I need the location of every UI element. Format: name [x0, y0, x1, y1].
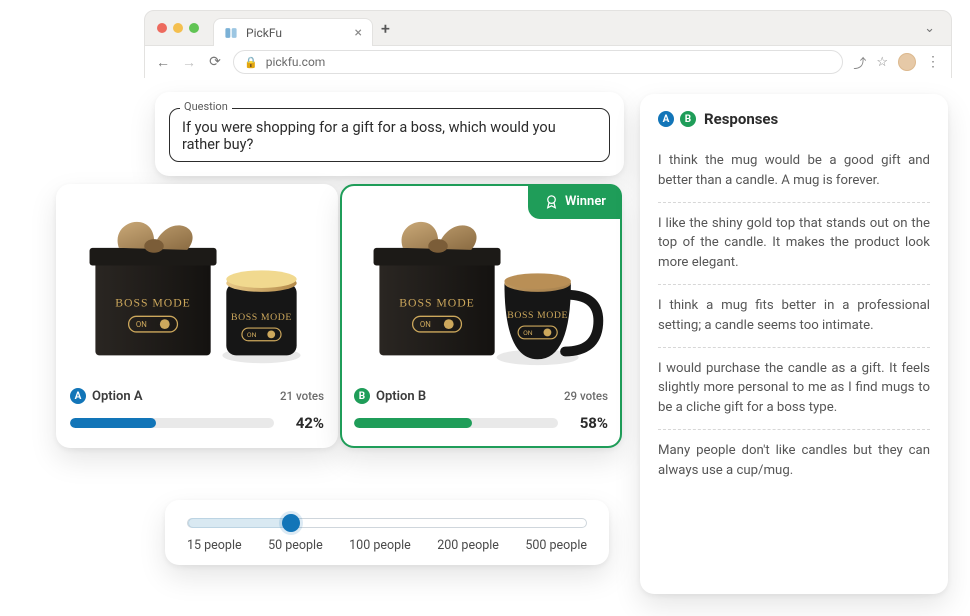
svg-text:ON: ON [523, 329, 533, 337]
responses-card: A B Responses I think the mug would be a… [640, 94, 948, 594]
slider-tick: 500 people [525, 538, 587, 553]
url-text: pickfu.com [266, 55, 326, 69]
browser-tab[interactable]: PickFu × [213, 18, 373, 46]
responses-badge-a: A [658, 111, 674, 127]
option-a-card[interactable]: BOSS MODE ON BOSS MODE ON A Option A 21 … [56, 184, 338, 448]
response-item: I would purchase the candle as a gift. I… [658, 348, 930, 430]
option-a-bar [70, 418, 274, 428]
back-icon[interactable]: ← [155, 54, 171, 71]
response-item: I think the mug would be a good gift and… [658, 140, 930, 203]
tab-strip: PickFu × + ⌄ [145, 11, 951, 45]
slider-tick: 50 people [268, 538, 323, 553]
option-a-badge: A [70, 388, 86, 404]
option-b-badge: B [354, 388, 370, 404]
browser-chrome: PickFu × + ⌄ ← → ⟳ 🔒 pickfu.com ⤴ ☆ ⋮ [144, 10, 952, 78]
responses-list: I think the mug would be a good gift and… [658, 140, 930, 492]
medal-icon [544, 194, 559, 209]
svg-text:ON: ON [136, 320, 147, 329]
option-b-image: BOSS MODE ON BOSS MODE ON [354, 196, 608, 378]
tab-title: PickFu [246, 26, 282, 40]
option-b-label: Option B [376, 389, 426, 404]
response-item: I think a mug fits better in a professio… [658, 285, 930, 348]
menu-icon[interactable]: ⋮ [926, 54, 941, 70]
option-b-card[interactable]: Winner BOSS MODE ON BOSS MODE [340, 184, 622, 448]
slider-knob[interactable] [282, 514, 300, 532]
audience-slider-card: 15 people 50 people 100 people 200 peopl… [165, 500, 609, 565]
close-window-icon[interactable] [157, 23, 167, 33]
question-label: Question [180, 100, 232, 113]
option-b-bar [354, 418, 558, 428]
maximize-window-icon[interactable] [189, 23, 199, 33]
minimize-window-icon[interactable] [173, 23, 183, 33]
profile-avatar[interactable] [898, 53, 916, 71]
question-field[interactable]: Question If you were shopping for a gift… [169, 108, 610, 162]
option-a-votes: 21 votes [280, 389, 324, 403]
svg-text:BOSS MODE: BOSS MODE [231, 312, 292, 323]
audience-slider[interactable] [187, 518, 587, 528]
lock-icon: 🔒 [244, 56, 258, 69]
option-b-votes: 29 votes [564, 389, 608, 403]
svg-text:BOSS MODE: BOSS MODE [399, 297, 475, 310]
svg-text:BOSS MODE: BOSS MODE [115, 297, 191, 310]
option-a-percent: 42% [284, 414, 324, 432]
option-b-percent: 58% [568, 414, 608, 432]
reload-icon[interactable]: ⟳ [207, 54, 223, 70]
new-tab-button[interactable]: + [381, 19, 390, 38]
forward-icon[interactable]: → [181, 54, 197, 71]
address-bar[interactable]: 🔒 pickfu.com [233, 50, 843, 74]
window-controls [157, 23, 199, 33]
slider-tick: 15 people [187, 538, 242, 553]
star-icon[interactable]: ☆ [876, 55, 888, 70]
address-bar-row: ← → ⟳ 🔒 pickfu.com ⤴ ☆ ⋮ [145, 45, 951, 78]
tabs-dropdown-icon[interactable]: ⌄ [924, 21, 935, 36]
option-a-label: Option A [92, 389, 143, 404]
share-icon[interactable]: ⤴ [853, 53, 866, 72]
pickfu-favicon-icon [224, 26, 238, 40]
slider-tick: 200 people [437, 538, 499, 553]
svg-text:BOSS MODE: BOSS MODE [507, 310, 568, 321]
winner-label: Winner [565, 194, 606, 209]
responses-badge-b: B [680, 111, 696, 127]
option-a-image: BOSS MODE ON BOSS MODE ON [70, 196, 324, 378]
response-item: I like the shiny gold top that stands ou… [658, 203, 930, 285]
tab-close-icon[interactable]: × [355, 26, 362, 40]
response-item: Many people don't like candles but they … [658, 430, 930, 492]
question-card: Question If you were shopping for a gift… [155, 92, 624, 176]
question-text: If you were shopping for a gift for a bo… [182, 119, 597, 153]
svg-text:ON: ON [420, 320, 431, 329]
responses-title: Responses [704, 110, 778, 128]
winner-badge: Winner [528, 184, 622, 219]
svg-text:ON: ON [247, 331, 257, 339]
slider-ticks: 15 people 50 people 100 people 200 peopl… [187, 538, 587, 553]
slider-tick: 100 people [349, 538, 411, 553]
